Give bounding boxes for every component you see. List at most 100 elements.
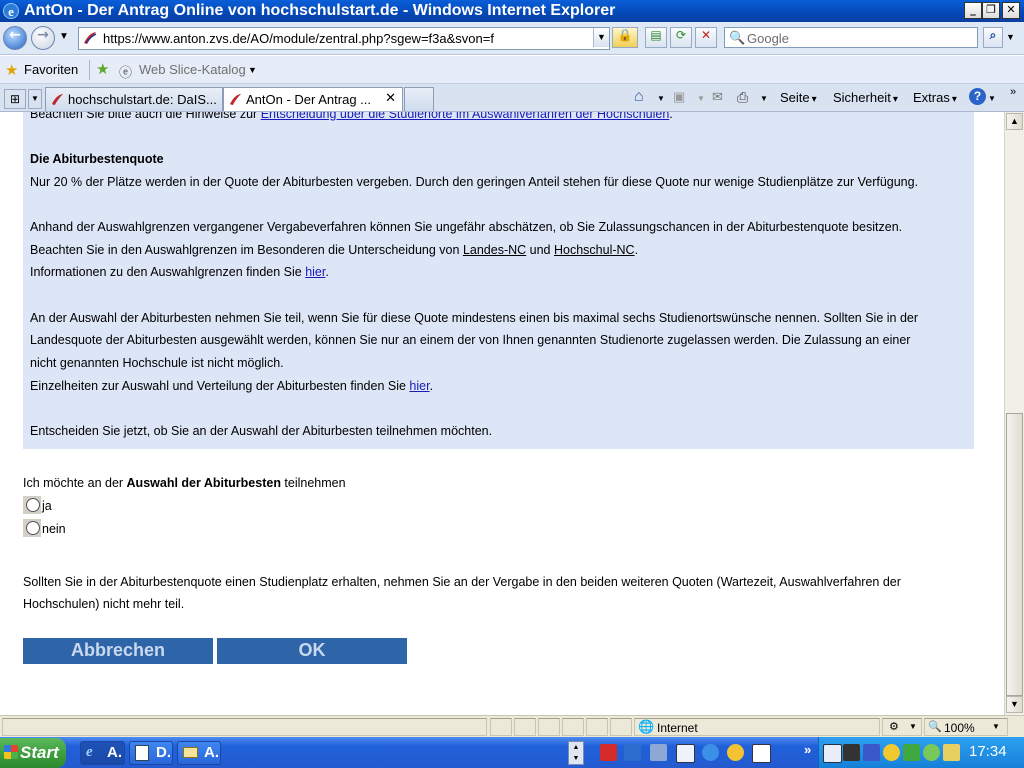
favorites-star-icon: ★ [5,62,19,79]
tray-app-icon[interactable] [843,744,860,761]
hochschul-nc-link[interactable]: Hochschul-NC [554,243,635,257]
close-tab-icon[interactable]: ✕ [385,91,396,106]
new-tab-button[interactable] [404,87,434,111]
home-icon[interactable]: ⌂ [634,88,644,106]
quick-launch-app-icon[interactable] [600,744,617,761]
forward-button[interactable]: → [31,26,55,50]
address-field[interactable]: https://www.anton.zvs.de/AO/module/zentr… [78,27,610,50]
start-label: Start [20,743,59,762]
page-menu[interactable]: Seite [780,90,817,105]
vertical-scrollbar[interactable]: ▲ ▼ [1004,112,1024,715]
restore-button[interactable]: ❐ [982,2,1000,19]
protected-mode-button[interactable]: ⚙ ▼ [882,718,922,736]
back-button[interactable]: ← [3,26,27,50]
taskbar-item-ie[interactable]: e A. [80,741,125,765]
taskbar-item-document[interactable]: D. [129,741,173,765]
tray-app-icon[interactable] [863,744,880,761]
help-icon[interactable]: ? [969,88,986,105]
compatibility-icon: ▤ [650,28,662,42]
quick-launch-app-icon[interactable] [752,744,771,763]
scroll-down-icon[interactable]: ▼ [1006,696,1023,713]
cancel-button[interactable]: Abbrechen [23,638,213,664]
search-field[interactable]: 🔍 Google [724,27,978,48]
search-button[interactable]: ⌕ [983,27,1003,48]
more-quick-launch-icon[interactable]: » [804,742,811,757]
print-icon[interactable]: ⎙ [737,89,748,106]
tab-hochschulstart[interactable]: hochschulstart.de: DaIS... [45,87,223,111]
add-to-favorites-icon[interactable]: ★ [96,60,109,78]
zoom-icon: 🔍 [928,721,942,733]
note-line-1: Sollten Sie in der Abiturbestenquote ein… [23,575,901,589]
security-menu[interactable]: Sicherheit [833,90,898,105]
auswahlgrenzen-text: Anhand der Auswahlgrenzen vergangener Ve… [30,220,903,234]
tray-app-icon[interactable] [903,744,920,761]
quick-launch-ie-icon[interactable] [702,744,719,761]
radio-yes[interactable] [26,498,40,512]
quick-launch-app-icon[interactable] [727,744,744,761]
tab-anton-active[interactable]: AntOn - Der Antrag ... ✕ [223,87,403,111]
print-dropdown-icon[interactable]: ▼ [760,94,768,103]
tab-label: AntOn - Der Antrag ... [246,92,371,107]
home-dropdown-icon[interactable]: ▼ [657,94,665,103]
favorites-button[interactable]: Favoriten [24,62,78,77]
note-line-2: Hochschulen) nicht mehr teil. [23,597,185,611]
compatibility-view-button[interactable]: ▤ [645,27,667,48]
webslice-dropdown-icon[interactable]: ▼ [248,65,257,75]
start-button[interactable]: Start [0,738,66,768]
participation-text-2: Landesquote der Abiturbesten ausgewählt … [30,333,911,347]
scroll-up-icon[interactable]: ▲ [1006,113,1023,130]
quick-tabs-button[interactable]: ⊞ [4,89,26,109]
question-text: Ich möchte an der [23,476,127,490]
site-favicon-icon [229,93,242,106]
hint-text: Beachten Sie bitte auch die Hinweise zur [30,112,261,121]
taskbar-item-label: D. [156,744,171,761]
tray-app-icon[interactable] [923,744,940,761]
recent-pages-dropdown-icon[interactable]: ▼ [59,31,69,42]
extras-menu[interactable]: Extras [913,90,957,105]
tray-app-icon[interactable] [883,744,900,761]
ok-button[interactable]: OK [217,638,407,664]
window-title-bar[interactable]: e AntOn - Der Antrag Online von hochschu… [0,0,1024,22]
radio-yes-label[interactable]: ja [42,499,52,513]
quick-launch-app-icon[interactable] [624,744,641,761]
clock[interactable]: 17:34 [969,743,1007,760]
address-dropdown-button[interactable]: ▼ [593,28,609,47]
auswahlgrenzen-hier-link[interactable]: hier [305,265,325,279]
landes-nc-link[interactable]: Landes-NC [463,243,526,257]
abiturbesten-info-box [23,112,974,449]
quick-launch-app-icon[interactable] [650,744,667,761]
read-mail-icon[interactable]: ✉ [712,89,723,105]
verteilung-hier-link[interactable]: hier [409,379,429,393]
studienorte-link[interactable]: Entscheidung über die Studienorte im Aus… [261,112,670,121]
refresh-button[interactable]: ⟳ [670,27,692,48]
tray-app-icon[interactable] [943,744,960,761]
security-zone[interactable]: 🌐 Internet [634,718,880,736]
status-text-area [2,718,487,736]
zoom-control[interactable]: 🔍 100% ▼ [924,718,1008,736]
webslice-icon: ⓔ [119,65,133,80]
more-commands-icon[interactable]: » [1010,86,1016,98]
quick-launch-app-icon[interactable] [676,744,695,763]
tab-label: hochschulstart.de: DaIS... [68,92,217,107]
site-favicon-icon [51,93,64,106]
status-segment [610,718,632,736]
radio-no[interactable] [26,521,40,535]
radio-no-label[interactable]: nein [42,522,66,536]
search-options-dropdown-icon[interactable]: ▼ [1006,32,1015,42]
nc-hint-and: und [526,243,554,257]
close-window-button[interactable]: ✕ [1002,2,1020,19]
search-provider-icon: 🔍 [729,30,746,45]
tray-network-icon[interactable] [823,744,842,763]
taskbar-item-mail[interactable]: A. [177,741,221,765]
tab-list-dropdown-icon[interactable]: ▼ [28,89,42,109]
nc-hint: Beachten Sie in den Auswahlgrenzen im Be… [30,243,639,257]
stop-button[interactable]: ✕ [695,27,717,48]
feeds-dropdown-icon[interactable]: ▼ [697,94,705,103]
feeds-icon[interactable]: ▣ [673,89,685,105]
webslice-gallery-link[interactable]: Web Slice-Katalog [139,62,246,77]
security-lock-button[interactable]: 🔒 [612,27,638,48]
toolbar-scroll-control[interactable]: ▲ ▼ [568,741,584,765]
help-dropdown-icon[interactable]: ▼ [988,94,996,103]
minimize-button[interactable]: _ [964,2,982,19]
scroll-thumb[interactable] [1006,413,1023,696]
